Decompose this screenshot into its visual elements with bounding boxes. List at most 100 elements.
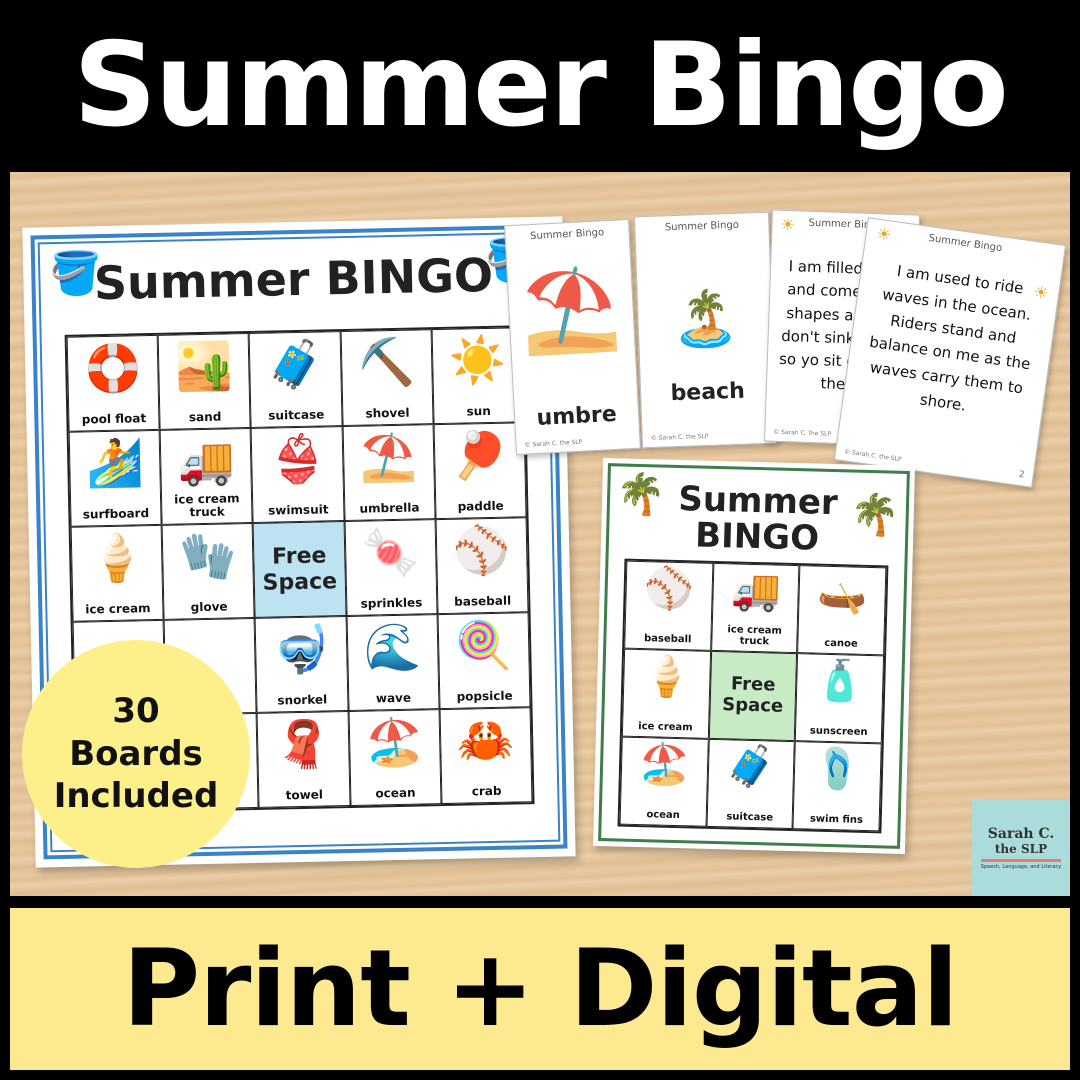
bingo-cell: ⚾ baseball: [435, 517, 529, 615]
cell-label: glove: [190, 599, 228, 615]
bingo-cell: 🚚 ice cream truck: [710, 562, 800, 654]
format-title: Print + Digital: [122, 927, 958, 1050]
cell-label: shovel: [365, 405, 410, 421]
card-clue-text: I am used to ride waves in the ocean. Ri…: [868, 261, 1033, 415]
card-copyright: © Sarah C. the SLP: [773, 428, 832, 438]
brand-logo: Sarah C. the SLP Speech, Language, and L…: [972, 800, 1070, 896]
surfboard-icon: 🏄: [85, 435, 145, 491]
bottom-banner: Print + Digital: [10, 908, 1070, 1070]
cell-label: snorkel: [277, 692, 328, 708]
bingo-cell: 🧳 suitcase: [249, 331, 343, 428]
cell-label: sun: [466, 403, 491, 419]
umbrella-icon: ⛱️: [518, 260, 624, 359]
picture-card: Summer Bingo 🏝️ beach © Sarah C. the SLP: [633, 211, 778, 449]
picture-card: Summer Bingo ⛱️ umbre © Sarah C. the SLP: [504, 218, 641, 456]
logo-name: Sarah C.: [987, 826, 1055, 842]
bingo-cell: ⚾ baseball: [624, 560, 714, 651]
canoe-icon: 🛶: [816, 569, 868, 617]
cell-label: suitcase: [268, 407, 325, 423]
top-banner: Summer Bingo: [0, 0, 1080, 172]
card-title: Summer Bingo: [529, 227, 605, 243]
cell-label: surfboard: [82, 505, 150, 522]
bingo-cell: 🛟 pool float: [66, 334, 160, 432]
bingo-cell: 🏜️ sand: [157, 333, 251, 430]
cell-label: sprinkles: [360, 595, 423, 611]
free-space-cell: Free Space: [252, 521, 347, 618]
ice-cream-icon: 🍦: [641, 653, 693, 701]
cell-label: swimsuit: [267, 502, 329, 518]
bingo-cell: 🩴 swim fins: [792, 741, 882, 832]
card-copyright: © Sarah C. the SLP: [843, 448, 902, 464]
cell-label: umbrella: [359, 500, 420, 516]
bingo-cell: ⛱️ umbrella: [342, 424, 436, 522]
cell-label: pool float: [81, 410, 147, 427]
glove-icon: 🧤: [178, 528, 238, 584]
logo-stripe: [981, 859, 1061, 862]
board-title: Summer BINGO: [93, 247, 494, 311]
bingo-cell: 👙 swimsuit: [250, 426, 345, 523]
bingo-grid: ⚾ baseball 🚚 ice cream truck 🛶 canoe 🍦 ice crea…: [617, 558, 889, 834]
ocean-icon: 🏖️: [365, 714, 424, 770]
ice-cream-icon: 🍦: [87, 530, 147, 586]
cell-label: ocean: [375, 785, 416, 801]
bingo-cell: 🏓 paddle: [433, 422, 527, 520]
shovel-icon: ⛏️: [357, 334, 416, 390]
clue-card: ☀ ☀ Summer Bingo I am used to ride waves…: [833, 217, 1067, 488]
bingo-cell: 🛶 canoe: [797, 565, 887, 656]
baseball-icon: ⚾: [452, 522, 511, 578]
towel-icon: 🧣: [274, 716, 333, 772]
bingo-cell: 🤿 snorkel: [254, 616, 349, 713]
cell-label: baseball: [454, 593, 512, 609]
suitcase-icon: 🧳: [725, 743, 777, 791]
suitcase-icon: 🧳: [266, 336, 325, 392]
logo-tagline: Speech, Language, and Literacy: [980, 864, 1062, 870]
card-word: beach: [670, 378, 746, 407]
bingo-cell: 🍦 ice cream: [621, 648, 711, 739]
logo-subname: the SLP: [994, 842, 1048, 856]
bingo-cell: 🦀 crab: [439, 707, 533, 805]
bingo-cell: 🏖️ ocean: [619, 736, 709, 827]
cell-label: ice cream truck: [727, 624, 783, 648]
cell-label: baseball: [643, 633, 692, 646]
bingo-cell: 🧣 towel: [256, 711, 351, 808]
cell-label: suitcase: [726, 811, 774, 824]
bingo-cell: 🧤 glove: [161, 522, 255, 620]
cell-label: swim fins: [809, 813, 864, 826]
ocean-icon: 🏖️: [638, 741, 690, 789]
bingo-cell: 🧴 sunscreen: [795, 653, 885, 744]
sprinkles-icon: 🍬: [361, 524, 420, 580]
cell-label: canoe: [824, 637, 858, 650]
card-copyright: © Sarah C. the SLP: [650, 432, 709, 442]
pool-float-icon: 🛟: [83, 340, 143, 396]
bingo-cell: 🏖️ ocean: [348, 709, 442, 806]
beach-icon: 🏝️: [670, 285, 740, 352]
free-space-cell: Free Space: [708, 650, 798, 742]
cell-label: crab: [471, 783, 502, 799]
bottom-banner-wrap: Print + Digital: [0, 896, 1080, 1080]
boards-badge: 30 Boards Included: [22, 640, 250, 868]
bingo-cell: 🧳 suitcase: [706, 738, 796, 830]
bingo-cell: 🍬 sprinkles: [344, 519, 438, 617]
card-copyright: © Sarah C. the SLP: [524, 438, 583, 449]
baseball-icon: ⚾: [643, 565, 695, 613]
cell-label: towel: [285, 787, 324, 803]
bingo-cell: 🚚 ice cream truck: [159, 427, 253, 525]
cell-label: ice cream: [638, 720, 693, 734]
snorkel-icon: 🤿: [272, 621, 331, 677]
card-title: Summer Bingo: [664, 219, 740, 234]
cell-label: paddle: [457, 498, 504, 514]
cell-label: ice cream truck: [174, 490, 240, 520]
bingo-cell: ⛏️ shovel: [340, 329, 434, 427]
card-title: Summer Bingo: [927, 232, 1003, 255]
badge-count: 30: [112, 691, 160, 732]
cell-label: Free Space: [721, 673, 784, 717]
cell-label: Free Space: [262, 543, 338, 596]
cell-label: popsicle: [456, 688, 513, 704]
cell-label: sand: [188, 409, 222, 425]
badge-line3: Included: [53, 776, 219, 817]
card-word: umbre: [535, 401, 618, 431]
umbrella-icon: ⛱️: [359, 429, 418, 485]
cell-label: sunscreen: [809, 725, 868, 738]
small-bingo-board: 🌴 🌴 Summer BINGO ⚾ baseball 🚚 ice cream tru…: [592, 457, 916, 855]
popsicle-icon: 🍭: [454, 617, 513, 673]
